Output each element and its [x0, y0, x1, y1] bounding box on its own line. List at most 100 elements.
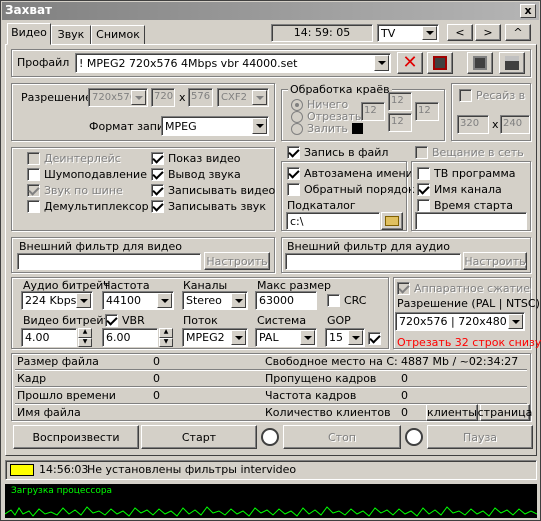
vbr-max-input[interactable]: 6.00	[102, 328, 158, 347]
checkbox-icon	[27, 184, 40, 197]
format-select[interactable]: MPEG	[161, 116, 269, 136]
broadcast-checkbox[interactable]: Вещание в сеть	[415, 146, 524, 159]
channel-name-checkbox[interactable]: Имя канала	[417, 183, 502, 196]
free-space-label: Свободное место на C:	[265, 355, 398, 368]
demux-checkbox[interactable]: Демультиплексор	[27, 200, 149, 213]
resolution-preset-select[interactable]: 720x576	[88, 88, 148, 107]
resolution-height-input[interactable]: 576	[188, 88, 213, 107]
start-time-label: Время старта	[434, 199, 514, 212]
vbr-max-spinner[interactable]: ▲ ▼	[159, 328, 173, 347]
stop-button[interactable]: Стоп	[283, 425, 401, 449]
delete-profile-button[interactable]: ✕	[397, 52, 423, 74]
prev-button[interactable]: <	[447, 24, 473, 41]
record-video-checkbox[interactable]: Записывать видео	[151, 184, 275, 197]
save-profile-button[interactable]	[499, 52, 525, 74]
record-video-label: Записывать видео	[168, 184, 276, 197]
source-select[interactable]: TV	[377, 24, 439, 42]
resolution-x-label: x	[179, 91, 186, 104]
audio-bitrate-select[interactable]: 224 Kbps	[21, 291, 93, 310]
show-video-label: Показ видео	[168, 152, 241, 165]
subdir-input[interactable]: c:\	[286, 212, 380, 230]
file-size-value: 0	[153, 355, 160, 368]
clients-button[interactable]: клиенты	[426, 404, 478, 421]
start-timer-clock-icon[interactable]	[261, 428, 279, 446]
channels-select[interactable]: Stereo	[182, 291, 248, 310]
close-button[interactable]: x	[520, 4, 536, 18]
dropped-frames-value: 0	[401, 372, 408, 385]
start-time-input[interactable]	[415, 212, 527, 230]
tab-snapshot[interactable]: Снимок	[91, 25, 145, 45]
broadcast-label: Вещание в сеть	[432, 146, 524, 159]
radio-icon	[291, 110, 303, 123]
audio-filter-input[interactable]	[285, 253, 461, 270]
checkbox-icon	[415, 146, 428, 159]
stream-select[interactable]: MPEG2	[182, 328, 248, 347]
edge-left-input[interactable]: 12	[361, 102, 385, 121]
load-profile-button[interactable]	[427, 52, 453, 74]
floppy-icon	[505, 56, 519, 70]
gop-select[interactable]: 15	[325, 328, 365, 347]
start-button[interactable]: Старт	[141, 425, 257, 449]
stop-timer-clock-icon[interactable]	[405, 428, 423, 446]
resize-width-input[interactable]: 320	[457, 115, 489, 134]
checkbox-icon	[287, 146, 300, 159]
tv-program-checkbox[interactable]: ТВ программа	[417, 167, 516, 180]
resolution-width-input[interactable]: 720	[151, 88, 175, 107]
pause-button[interactable]: Пауза	[427, 425, 533, 449]
max-size-input[interactable]: 63000	[255, 291, 317, 310]
play-button[interactable]: Воспроизвести	[13, 425, 139, 449]
hardware-compression-checkbox[interactable]: Аппаратное сжатие	[397, 282, 530, 295]
checkbox-icon	[151, 184, 164, 197]
hw-resolution-select[interactable]: 720x576 | 720x480	[395, 312, 525, 331]
reverse-order-checkbox[interactable]: Обратный порядок	[287, 183, 415, 196]
audio-bus-checkbox[interactable]: Звук по шине	[27, 184, 123, 197]
page-button[interactable]: страница	[478, 404, 532, 421]
deinterlace-label: Деинтерлейс	[44, 152, 121, 165]
resize-height-input[interactable]: 240	[500, 115, 530, 134]
edge-bottom-input[interactable]: 12	[388, 113, 412, 132]
checkbox-icon	[27, 168, 40, 181]
edge-right-input[interactable]: 12	[415, 102, 439, 121]
start-time-checkbox[interactable]: Время старта	[417, 199, 513, 212]
stats-divider	[15, 369, 527, 371]
deinterlace-checkbox[interactable]: Деинтерлейс	[27, 152, 121, 165]
edge-fill-radio[interactable]: Залить	[291, 122, 363, 135]
tab-video[interactable]: Видео	[7, 23, 51, 45]
autorename-checkbox[interactable]: Автозамена имени	[287, 167, 413, 180]
gop-checkbox[interactable]	[368, 331, 381, 345]
demux-label: Демультиплексор	[44, 200, 149, 213]
video-filter-label: Внешний фильтр для видео	[19, 240, 182, 253]
reverse-order-label: Обратный порядок	[304, 183, 415, 196]
audio-bus-label: Звук по шине	[44, 184, 123, 197]
save-as-profile-button[interactable]	[467, 52, 493, 74]
browse-folder-button[interactable]	[381, 212, 403, 230]
video-bitrate-input[interactable]: 4.00	[21, 328, 77, 347]
frequency-select[interactable]: 44100	[102, 291, 174, 310]
profile-select[interactable]: ! MPEG2 720x576 4Mbps vbr 44000.set	[75, 53, 391, 73]
show-video-checkbox[interactable]: Показ видео	[151, 152, 240, 165]
next-button[interactable]: >	[475, 24, 501, 41]
resolution-mode-select[interactable]: CXF2	[217, 88, 269, 107]
video-bitrate-spinner[interactable]: ▲ ▼	[78, 328, 92, 347]
record-audio-checkbox[interactable]: Записывать звук	[151, 200, 266, 213]
noise-reduction-checkbox[interactable]: Шумоподавление	[27, 168, 147, 181]
resize-label: Ресайз в	[476, 89, 526, 102]
video-filter-configure-button[interactable]: Настроить	[204, 252, 270, 270]
video-filter-input[interactable]	[17, 253, 201, 270]
write-file-checkbox[interactable]: Запись в файл	[287, 146, 388, 159]
audio-filter-configure-button[interactable]: Настроить	[463, 252, 527, 270]
resize-checkbox[interactable]: Ресайз в	[459, 89, 525, 102]
checkbox-icon	[151, 152, 164, 165]
audio-out-checkbox[interactable]: Вывод звука	[151, 168, 241, 181]
hardware-compression-label: Аппаратное сжатие	[414, 282, 530, 295]
stream-label: Поток	[183, 314, 218, 327]
crc-checkbox[interactable]: CRC	[327, 294, 366, 307]
up-button[interactable]: ^	[505, 24, 531, 41]
vbr-checkbox[interactable]: VBR	[105, 314, 145, 327]
video-bitrate-label: Видео битрейт	[23, 314, 110, 327]
fill-color-swatch[interactable]	[351, 123, 363, 134]
edge-top-input[interactable]: 12	[388, 92, 412, 111]
tab-audio[interactable]: Звук	[51, 25, 91, 45]
subdir-label: Подкаталог	[287, 199, 356, 212]
system-select[interactable]: PAL	[255, 328, 317, 347]
